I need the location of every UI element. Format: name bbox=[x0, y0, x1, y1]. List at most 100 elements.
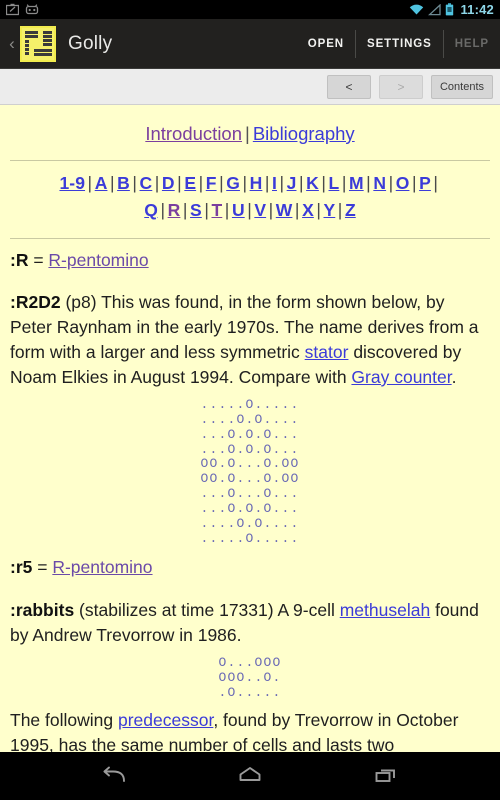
entry-rabbits-term: :rabbits bbox=[10, 599, 75, 620]
alpha-index-link-M[interactable]: M bbox=[349, 173, 364, 193]
alpha-index-link-Y[interactable]: Y bbox=[324, 200, 336, 220]
help-forward-button[interactable]: > bbox=[378, 74, 423, 99]
alpha-index-link-O[interactable]: O bbox=[396, 173, 410, 193]
nav-back-button[interactable] bbox=[93, 758, 135, 794]
alpha-index-separator: | bbox=[198, 173, 204, 194]
pattern-rabbits: O...OOO OOO..O. .O..... bbox=[218, 654, 282, 700]
alpha-index-separator: | bbox=[294, 200, 300, 221]
entry-R-link[interactable]: R-pentomino bbox=[48, 250, 148, 270]
status-bar: 11:42 bbox=[0, 0, 500, 19]
alpha-index-link-F[interactable]: F bbox=[206, 173, 217, 193]
action-open-button[interactable]: OPEN bbox=[297, 19, 355, 69]
alpha-index-link-R[interactable]: R bbox=[168, 200, 181, 220]
alpha-index-separator: | bbox=[224, 200, 230, 221]
golly-app-icon[interactable] bbox=[20, 25, 56, 62]
help-toolbar: < > Contents bbox=[0, 69, 500, 105]
entry-R: :R = R-pentomino bbox=[10, 248, 490, 273]
entry-rabbits-link-methuselah[interactable]: methuselah bbox=[340, 600, 430, 620]
alpha-index-link-V[interactable]: V bbox=[254, 200, 266, 220]
alpha-index-link-A[interactable]: A bbox=[95, 173, 108, 193]
alpha-index-separator: | bbox=[154, 173, 160, 194]
link-bibliography[interactable]: Bibliography bbox=[253, 123, 355, 144]
signal-icon bbox=[428, 3, 442, 15]
alpha-index-separator: | bbox=[366, 173, 371, 194]
back-icon bbox=[103, 766, 125, 782]
help-back-button[interactable]: < bbox=[326, 74, 371, 99]
alpha-index-link-P[interactable]: P bbox=[419, 173, 431, 193]
up-navigation-caret-icon[interactable]: ‹ bbox=[6, 35, 18, 52]
divider-top bbox=[10, 160, 490, 162]
alpha-index-link-C[interactable]: C bbox=[140, 173, 153, 193]
alpha-index-separator: | bbox=[341, 173, 347, 194]
entry-rabbits: :rabbits (stabilizes at time 17331) A 9-… bbox=[10, 598, 490, 648]
alpha-index-link-U[interactable]: U bbox=[232, 200, 245, 220]
alpha-index-separator: | bbox=[242, 173, 248, 194]
alpha-index-link-B[interactable]: B bbox=[117, 173, 130, 193]
alpha-index-link-W[interactable]: W bbox=[276, 200, 293, 220]
alpha-index-link-Q[interactable]: Q bbox=[144, 200, 158, 220]
entry-predecessor-note: The following predecessor, found by Trev… bbox=[10, 708, 490, 752]
alphabet-index: 1-9 | A | B | C | D | E | F | G | H | I | J | K | L | M | N | O | P | Q | R… bbox=[10, 170, 490, 224]
entry-R-term: :R bbox=[10, 249, 29, 270]
nav-recents-button[interactable] bbox=[365, 758, 407, 794]
entry-r5-equals: = bbox=[32, 557, 53, 578]
action-help-button[interactable]: HELP bbox=[444, 19, 500, 69]
alphabet-index-row-2: Q | R | S | T | U | V | W | X | Y | Z bbox=[144, 200, 355, 220]
alpha-index-separator: | bbox=[132, 173, 138, 194]
alpha-index-link-H[interactable]: H bbox=[250, 173, 263, 193]
alpha-index-link-D[interactable]: D bbox=[162, 173, 175, 193]
entry-r5: :r5 = R-pentomino bbox=[10, 555, 490, 580]
entry-rabbits-text-1: (stabilizes at time 17331) A 9-cell bbox=[74, 599, 340, 620]
alpha-index-separator: | bbox=[182, 200, 188, 221]
entry-r5-term: :r5 bbox=[10, 557, 33, 578]
entry-R2D2-link-gray-counter[interactable]: Gray counter bbox=[351, 367, 451, 387]
action-bar-actions: OPEN SETTINGS HELP bbox=[297, 19, 500, 69]
nav-home-button[interactable] bbox=[229, 758, 271, 794]
entry-R2D2-link-stator[interactable]: stator bbox=[305, 342, 349, 362]
system-navigation-bar bbox=[0, 752, 500, 800]
help-page-content[interactable]: Introduction | Bibliography 1-9 | A | B | C | D | E |… bbox=[0, 105, 500, 752]
screenshot-icon bbox=[6, 3, 19, 16]
pattern-r2d2: .....O..... ....O.O.... ...O.O.O... ...O… bbox=[200, 396, 300, 547]
home-icon bbox=[239, 767, 261, 781]
alpha-index-link-X[interactable]: X bbox=[302, 200, 314, 220]
entry-R2D2-term: :R2D2 bbox=[10, 292, 61, 313]
entry-r5-link[interactable]: R-pentomino bbox=[52, 557, 152, 577]
alpha-index-separator: | bbox=[177, 173, 182, 194]
alpha-index-separator: | bbox=[264, 173, 270, 194]
alpha-index-separator: | bbox=[219, 173, 224, 194]
alpha-index-link-1-9[interactable]: 1-9 bbox=[59, 173, 85, 193]
link-introduction[interactable]: Introduction bbox=[145, 123, 242, 144]
action-settings-button[interactable]: SETTINGS bbox=[356, 19, 443, 69]
divider-below-index bbox=[10, 237, 490, 239]
status-bar-notifications bbox=[6, 3, 39, 16]
alpha-index-separator: | bbox=[411, 173, 417, 194]
android-device-screen: 11:42 ‹ Golly OPEN SETTINGS HELP < > Con… bbox=[0, 0, 500, 800]
alpha-index-link-T[interactable]: T bbox=[211, 200, 222, 220]
alpha-index-separator: | bbox=[87, 173, 93, 194]
status-bar-system-icons: 11:42 bbox=[409, 3, 494, 16]
alpha-index-link-S[interactable]: S bbox=[190, 200, 202, 220]
alphabet-index-row-1: 1-9 | A | B | C | D | E | F | G | H | I | J | K | L | M | N | O | P | bbox=[59, 173, 440, 193]
alpha-index-link-Z[interactable]: Z bbox=[345, 200, 356, 220]
page-top-links: Introduction | Bibliography bbox=[10, 121, 490, 147]
alpha-index-separator: | bbox=[316, 200, 321, 221]
wifi-icon bbox=[410, 4, 424, 14]
entry-R2D2-text-3: . bbox=[451, 366, 457, 387]
help-contents-button[interactable]: Contents bbox=[430, 74, 493, 99]
link-predecessor[interactable]: predecessor bbox=[118, 710, 213, 730]
alpha-index-separator: | bbox=[388, 173, 394, 194]
recents-icon bbox=[375, 769, 395, 782]
entry-R2D2: :R2D2 (p8) This was found, in the form s… bbox=[10, 290, 490, 389]
alpha-index-link-L[interactable]: L bbox=[329, 173, 340, 193]
top-links-separator: | bbox=[245, 123, 250, 144]
alpha-index-separator: | bbox=[433, 173, 439, 194]
alpha-index-link-G[interactable]: G bbox=[226, 173, 240, 193]
alpha-index-link-J[interactable]: J bbox=[287, 173, 297, 193]
alpha-index-link-E[interactable]: E bbox=[184, 173, 196, 193]
robot-icon bbox=[25, 4, 39, 15]
alpha-index-link-N[interactable]: N bbox=[373, 173, 386, 193]
alpha-index-link-K[interactable]: K bbox=[306, 173, 319, 193]
action-bar: ‹ Golly OPEN SETTINGS HELP bbox=[0, 19, 500, 69]
